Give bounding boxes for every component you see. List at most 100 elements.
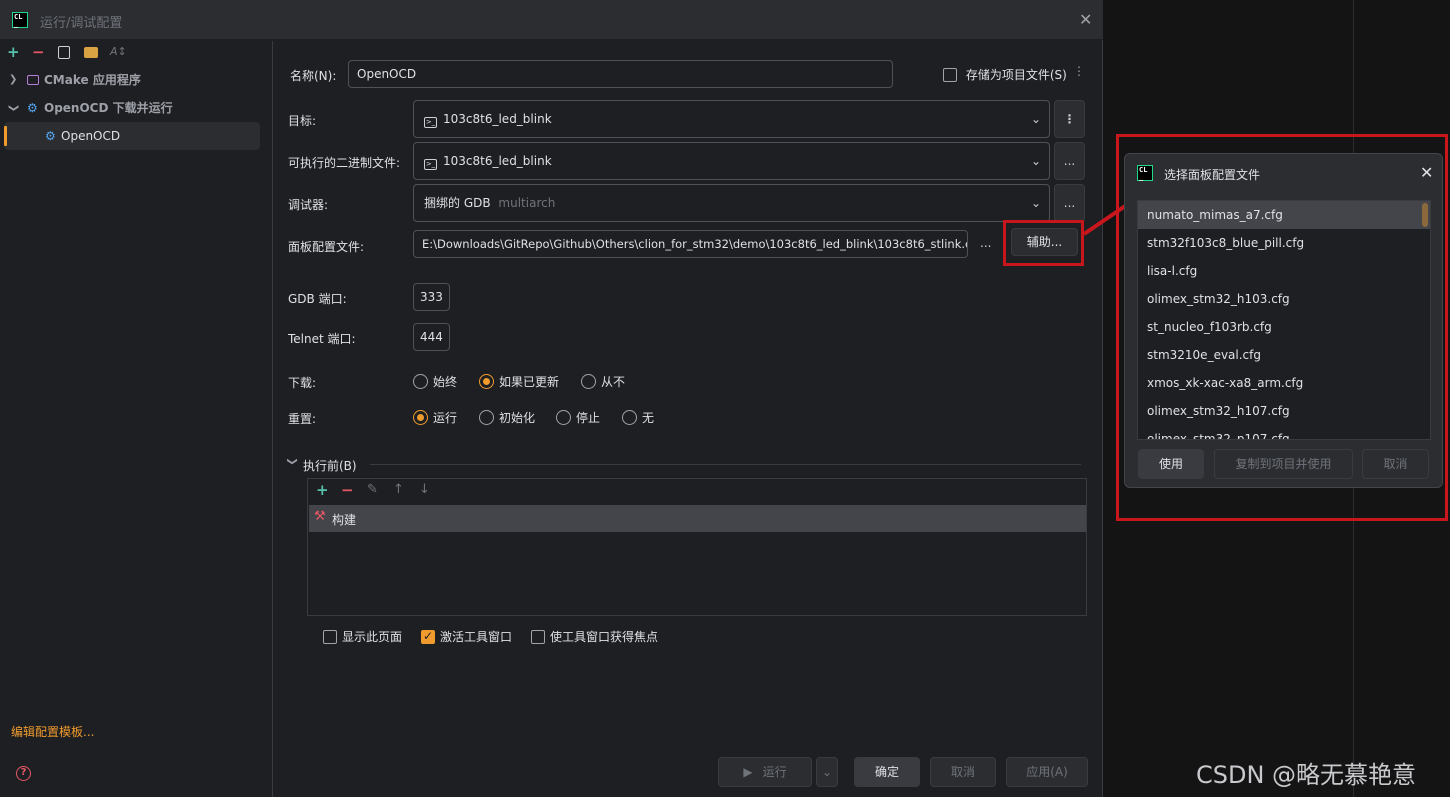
radio[interactable] xyxy=(413,410,428,425)
download-option-if-updated[interactable]: 如果已更新 xyxy=(479,373,559,390)
option-label: 初始化 xyxy=(499,411,536,425)
scrollbar[interactable] xyxy=(1422,203,1428,227)
help-icon[interactable]: ? xyxy=(16,766,31,781)
tree-item-label: OpenOCD 下载并运行 xyxy=(44,101,173,115)
reset-option-run[interactable]: 运行 xyxy=(413,409,457,426)
list-item[interactable]: xmos_xk-xac-xa8_arm.cfg xyxy=(1138,369,1430,397)
list-item[interactable]: lisa-l.cfg xyxy=(1138,257,1430,285)
cancel-button[interactable]: 取消 xyxy=(930,757,996,787)
popup-cancel-button[interactable]: 取消 xyxy=(1362,449,1429,479)
download-option-always[interactable]: 始终 xyxy=(413,373,457,390)
add-icon[interactable]: + xyxy=(7,43,20,61)
hammer-icon: ⚒ xyxy=(314,509,326,524)
before-launch-item[interactable]: ⚒ 构建 xyxy=(309,505,1086,532)
sort-icon[interactable]: A↕ xyxy=(110,45,127,58)
chip-icon: ⚙ xyxy=(27,101,38,115)
chevron-down-icon[interactable]: ❯ xyxy=(287,457,298,465)
remove-icon[interactable]: − xyxy=(32,43,45,61)
target-more-button[interactable]: ⋮ xyxy=(1054,100,1085,138)
before-launch-label[interactable]: 执行前(B) xyxy=(303,457,357,474)
cmake-app-icon xyxy=(27,75,39,85)
run-dropdown-button[interactable]: ⌄ xyxy=(816,757,838,787)
folder-icon[interactable] xyxy=(84,47,98,58)
run-button[interactable]: ▶ 运行 xyxy=(718,757,812,787)
terminal-icon: >_ xyxy=(424,159,437,170)
download-label: 下载: xyxy=(288,376,317,390)
edit-icon[interactable]: ✎ xyxy=(367,482,378,497)
list-item[interactable]: olimex_stm32_h107.cfg xyxy=(1138,397,1430,425)
checkbox-label: 显示此页面 xyxy=(342,630,403,644)
executable-select[interactable]: >_ 103c8t6_led_blink ⌄ xyxy=(413,142,1050,180)
config-list: numato_mimas_a7.cfg stm32f103c8_blue_pil… xyxy=(1137,200,1431,440)
focus-tool-window-checkbox[interactable]: 使工具窗口获得焦点 xyxy=(531,628,658,645)
window-title: 运行/调试配置 xyxy=(40,16,123,31)
target-value: 103c8t6_led_blink xyxy=(443,112,552,126)
reset-option-halt[interactable]: 停止 xyxy=(556,409,600,426)
tree-item-openocd[interactable]: ⚙ OpenOCD xyxy=(4,122,260,150)
tree-item-cmake[interactable]: ❯ CMake 应用程序 xyxy=(0,66,272,94)
title-bar: CL _ 运行/调试配置 ✕ xyxy=(0,0,1103,40)
chevron-right-icon: ❯ xyxy=(9,74,18,85)
arrow-down-icon[interactable]: ↓ xyxy=(419,482,430,497)
list-item[interactable]: numato_mimas_a7.cfg xyxy=(1138,201,1430,229)
board-config-popup: CL _ 选择面板配置文件 ✕ numato_mimas_a7.cfg stm32… xyxy=(1124,153,1443,488)
option-label: 从不 xyxy=(601,375,626,389)
store-project-file-checkbox[interactable]: 存储为项目文件(S) xyxy=(943,66,1067,83)
radio[interactable] xyxy=(581,374,596,389)
checkbox[interactable] xyxy=(323,629,337,644)
copy-to-project-button[interactable]: 复制到项目并使用 xyxy=(1214,449,1353,479)
chevron-down-icon: ❯ xyxy=(8,103,20,113)
gdb-port-field[interactable]: 333 xyxy=(413,283,450,311)
radio[interactable] xyxy=(479,410,494,425)
option-label: 始终 xyxy=(433,375,458,389)
edit-templates-link[interactable]: 编辑配置模板... xyxy=(11,723,94,740)
use-button[interactable]: 使用 xyxy=(1138,449,1204,479)
list-item[interactable]: st_nucleo_f103rb.cfg xyxy=(1138,313,1430,341)
checkbox-label: 使工具窗口获得焦点 xyxy=(550,630,659,644)
remove-icon[interactable]: − xyxy=(341,481,354,499)
telnet-port-field[interactable]: 444 xyxy=(413,323,450,351)
executable-label: 可执行的二进制文件: xyxy=(288,156,401,170)
download-option-never[interactable]: 从不 xyxy=(581,373,625,390)
watermark: CSDN @略无慕艳意 xyxy=(1196,761,1417,789)
list-item[interactable]: stm3210e_eval.cfg xyxy=(1138,341,1430,369)
checkbox-label: 激活工具窗口 xyxy=(440,630,513,644)
name-field[interactable]: OpenOCD xyxy=(348,60,893,88)
target-select[interactable]: >_ 103c8t6_led_blink ⌄ xyxy=(413,100,1050,138)
tree-item-openocd-group[interactable]: ❯ ⚙ OpenOCD 下载并运行 xyxy=(0,94,272,122)
list-item[interactable]: olimex_stm32_p107.cfg xyxy=(1138,425,1430,439)
checkbox[interactable] xyxy=(531,629,545,644)
board-config-field[interactable]: E:\Downloads\GitRepo\Github\Others\clion… xyxy=(413,230,968,258)
checkbox[interactable] xyxy=(943,67,957,82)
board-config-browse-button[interactable]: ... xyxy=(980,236,991,250)
copy-icon[interactable] xyxy=(58,46,70,59)
radio[interactable] xyxy=(413,374,428,389)
add-icon[interactable]: + xyxy=(316,481,329,499)
target-label: 目标: xyxy=(288,114,317,128)
assist-button[interactable]: 辅助... xyxy=(1011,228,1078,256)
option-label: 如果已更新 xyxy=(499,375,560,389)
list-item[interactable]: olimex_stm32_h103.cfg xyxy=(1138,285,1430,313)
radio[interactable] xyxy=(556,410,571,425)
close-icon[interactable]: ✕ xyxy=(1420,163,1433,182)
checkbox[interactable] xyxy=(421,629,435,644)
radio[interactable] xyxy=(622,410,637,425)
arrow-up-icon[interactable]: ↑ xyxy=(393,482,404,497)
show-page-checkbox[interactable]: 显示此页面 xyxy=(323,628,402,645)
clion-logo-icon: CL _ xyxy=(1137,165,1153,181)
more-icon[interactable]: ⋮ xyxy=(1073,64,1085,78)
chevron-down-icon: ⌄ xyxy=(1030,196,1041,210)
debugger-select[interactable]: 捆绑的 GDB multiarch ⌄ xyxy=(413,184,1050,222)
gdb-port-label: GDB 端口: xyxy=(288,292,347,306)
radio[interactable] xyxy=(479,374,494,389)
run-label: 运行 xyxy=(762,765,787,779)
tree-item-label: OpenOCD xyxy=(61,129,121,143)
reset-option-none[interactable]: 无 xyxy=(622,409,654,426)
list-item[interactable]: stm32f103c8_blue_pill.cfg xyxy=(1138,229,1430,257)
apply-button[interactable]: 应用(A) xyxy=(1006,757,1088,787)
reset-option-init[interactable]: 初始化 xyxy=(479,409,535,426)
activate-tool-window-checkbox[interactable]: 激活工具窗口 xyxy=(421,628,512,645)
ok-button[interactable]: 确定 xyxy=(854,757,920,787)
chevron-down-icon: ⌄ xyxy=(1030,154,1041,168)
close-icon[interactable]: ✕ xyxy=(1079,10,1092,29)
